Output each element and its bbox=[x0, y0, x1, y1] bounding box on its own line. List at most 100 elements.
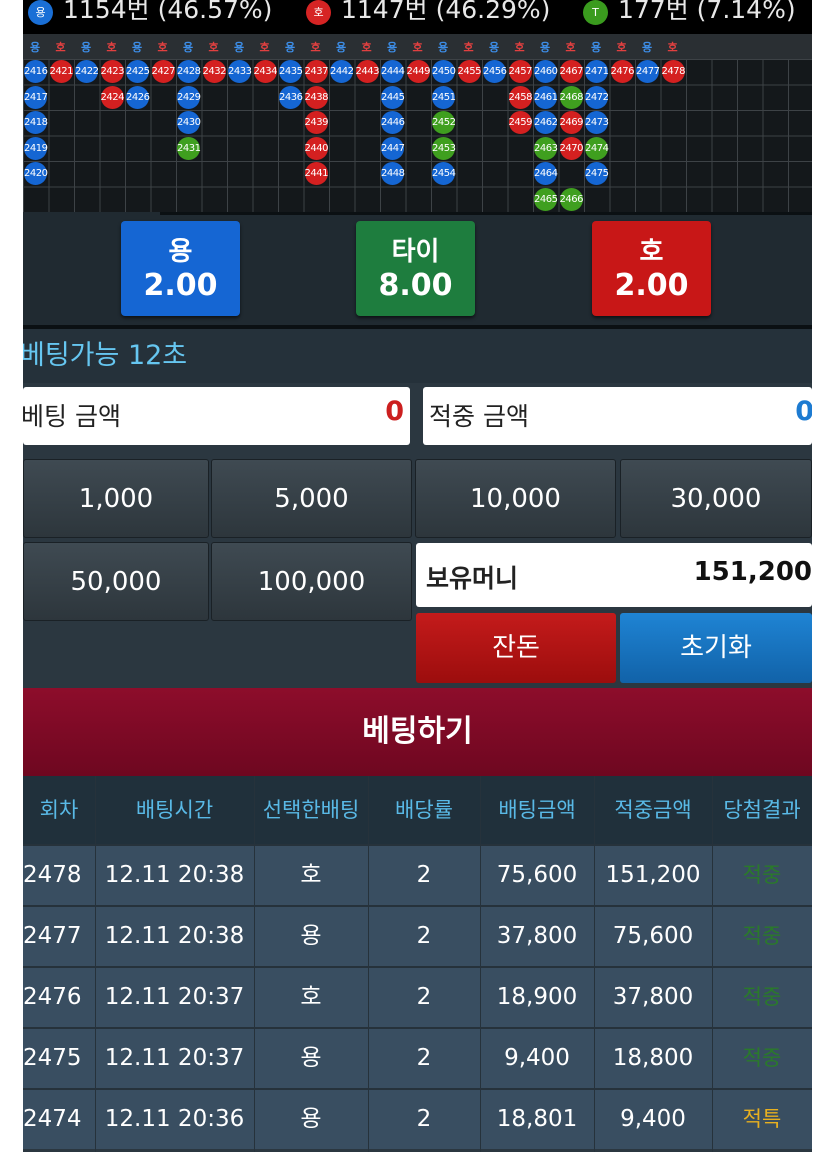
chip-10000-button[interactable]: 10,000 bbox=[415, 459, 616, 538]
road-header-label: 용 bbox=[233, 41, 245, 54]
bet-tie-button[interactable]: 타이 8.00 bbox=[356, 221, 475, 316]
stat-tie-text: 177번 (7.14%) bbox=[618, 0, 796, 24]
betting-timer: 베팅가능 12초 bbox=[23, 340, 188, 371]
road-cell: 2419 bbox=[24, 136, 48, 160]
road-cell: 2460 bbox=[534, 60, 558, 83]
row-win-amount: 37,800 bbox=[612, 984, 694, 1010]
chip-100000-button[interactable]: 100,000 bbox=[211, 542, 412, 621]
road-header-label: 용 bbox=[437, 41, 449, 54]
row-round: 2478 bbox=[23, 862, 82, 888]
road-cell: 2467 bbox=[559, 60, 583, 83]
road-cell: 2464 bbox=[534, 162, 558, 185]
balance-value: 151,200 bbox=[693, 557, 812, 587]
bet-dragon-button[interactable]: 용 2.00 bbox=[121, 221, 240, 316]
road-cell: 2470 bbox=[559, 136, 583, 160]
road-cell: 2468 bbox=[559, 85, 583, 109]
road-cell: 2429 bbox=[177, 85, 201, 109]
road-cell: 2455 bbox=[457, 60, 481, 83]
row-bet-time: 12.11 20:37 bbox=[104, 984, 245, 1010]
dragon-badge-icon: 용 bbox=[28, 0, 53, 25]
road-header-label: 호 bbox=[310, 41, 321, 54]
stat-dragon-text: 1154번 (46.57%) bbox=[63, 0, 273, 24]
stat-tie: T 177번 (7.14%) bbox=[583, 0, 796, 25]
col-bet-amount: 배팅금액 bbox=[498, 798, 576, 822]
row-round: 2474 bbox=[23, 1106, 82, 1132]
row-win-amount: 9,400 bbox=[620, 1106, 686, 1132]
row-round: 2476 bbox=[23, 984, 82, 1010]
row-round: 2477 bbox=[23, 923, 82, 949]
row-round: 2475 bbox=[23, 1045, 82, 1071]
table-row: 2478 12.11 20:38 호 2 75,600 151,200 적중 bbox=[23, 844, 812, 905]
col-selected-bet: 선택한배팅 bbox=[262, 798, 360, 822]
road-cell: 2422 bbox=[75, 60, 99, 83]
road-cell: 2416 bbox=[24, 60, 48, 83]
road-cell: 2417 bbox=[24, 85, 48, 109]
chip-5000-button[interactable]: 5,000 bbox=[211, 459, 412, 538]
road-cell: 2462 bbox=[534, 111, 558, 134]
road-header-label: 용 bbox=[539, 41, 551, 54]
row-bet-amount: 75,600 bbox=[496, 862, 578, 888]
road-cell: 2454 bbox=[432, 162, 456, 185]
road-header-label: 용 bbox=[284, 41, 296, 54]
road-cell: 2442 bbox=[330, 60, 354, 83]
road-cell: 2439 bbox=[304, 111, 328, 134]
road-cell: 2423 bbox=[100, 60, 124, 83]
odd-value: 2.00 bbox=[143, 268, 218, 303]
chip-30000-button[interactable]: 30,000 bbox=[620, 459, 812, 538]
change-button[interactable]: 잔돈 bbox=[416, 613, 616, 683]
road-header-label: 호 bbox=[157, 41, 168, 54]
history-table-header: 회차 배팅시간 선택한배팅 배당률 배팅금액 적중금액 당첨결과 bbox=[23, 776, 812, 844]
road-cell: 2437 bbox=[304, 60, 328, 83]
road-cell: 2428 bbox=[177, 60, 201, 83]
timer-row: 베팅가능 12초 bbox=[23, 329, 812, 383]
odd-value: 8.00 bbox=[378, 268, 453, 303]
road-cell: 2466 bbox=[559, 187, 583, 211]
table-row: 2477 12.11 20:38 용 2 37,800 75,600 적중 bbox=[23, 905, 812, 966]
road-cell: 2443 bbox=[355, 60, 379, 83]
road-cell: 2448 bbox=[381, 162, 405, 185]
col-sep bbox=[254, 776, 255, 1152]
row-win-amount: 18,800 bbox=[612, 1045, 694, 1071]
chip-50000-button[interactable]: 50,000 bbox=[23, 542, 209, 621]
road-cell: 2476 bbox=[610, 60, 634, 83]
row-win-amount: 75,600 bbox=[612, 923, 694, 949]
road-header-label: 호 bbox=[259, 41, 270, 54]
road-cell: 2472 bbox=[585, 85, 609, 109]
col-odds: 배당률 bbox=[395, 798, 453, 822]
road-header-label: 호 bbox=[55, 41, 66, 54]
road-cell: 2446 bbox=[381, 111, 405, 134]
odd-name: 타이 bbox=[391, 237, 440, 267]
road-header-label: 용 bbox=[29, 41, 41, 54]
reset-button[interactable]: 초기화 bbox=[620, 613, 812, 683]
road-cell: 2438 bbox=[304, 85, 328, 109]
road-cell: 2441 bbox=[304, 162, 328, 185]
road-map: 용호용호용호용호용호용호용호용호용호용호용호용호용호 2416 2417 2418 2… bbox=[23, 34, 812, 212]
row-bet-amount: 18,900 bbox=[496, 984, 578, 1010]
road-cell: 2449 bbox=[406, 60, 430, 83]
road-header-label: 용 bbox=[182, 41, 194, 54]
col-sep bbox=[480, 776, 481, 1152]
road-header-label: 용 bbox=[488, 41, 500, 54]
odd-name: 용 bbox=[168, 237, 193, 267]
chip-1000-button[interactable]: 1,000 bbox=[23, 459, 209, 538]
balance-label: 보유머니 bbox=[426, 564, 519, 593]
road-cell: 2435 bbox=[279, 60, 303, 83]
place-bet-button[interactable]: 베팅하기 bbox=[23, 688, 812, 776]
stats-bar: 용 1154번 (46.57%) 호 1147번 (46.29%) T 177번 (7… bbox=[23, 0, 812, 34]
road-header-label: 용 bbox=[590, 41, 602, 54]
road-header-label: 호 bbox=[667, 41, 678, 54]
tie-badge-icon: T bbox=[583, 0, 608, 25]
road-cell: 2458 bbox=[508, 85, 532, 109]
road-cell: 2420 bbox=[24, 162, 48, 185]
odds-top-edge bbox=[160, 212, 812, 215]
road-cell: 2469 bbox=[559, 111, 583, 134]
bet-tiger-button[interactable]: 호 2.00 bbox=[592, 221, 711, 316]
road-cell: 2418 bbox=[24, 111, 48, 134]
win-amount-label: 적중 금액 bbox=[429, 402, 529, 431]
odd-value: 2.00 bbox=[614, 268, 689, 303]
row-bet-time: 12.11 20:38 bbox=[104, 923, 245, 949]
road-cell: 2463 bbox=[534, 136, 558, 160]
road-header-label: 호 bbox=[208, 41, 219, 54]
road-cell: 2457 bbox=[508, 60, 532, 83]
road-cell: 2450 bbox=[432, 60, 456, 83]
